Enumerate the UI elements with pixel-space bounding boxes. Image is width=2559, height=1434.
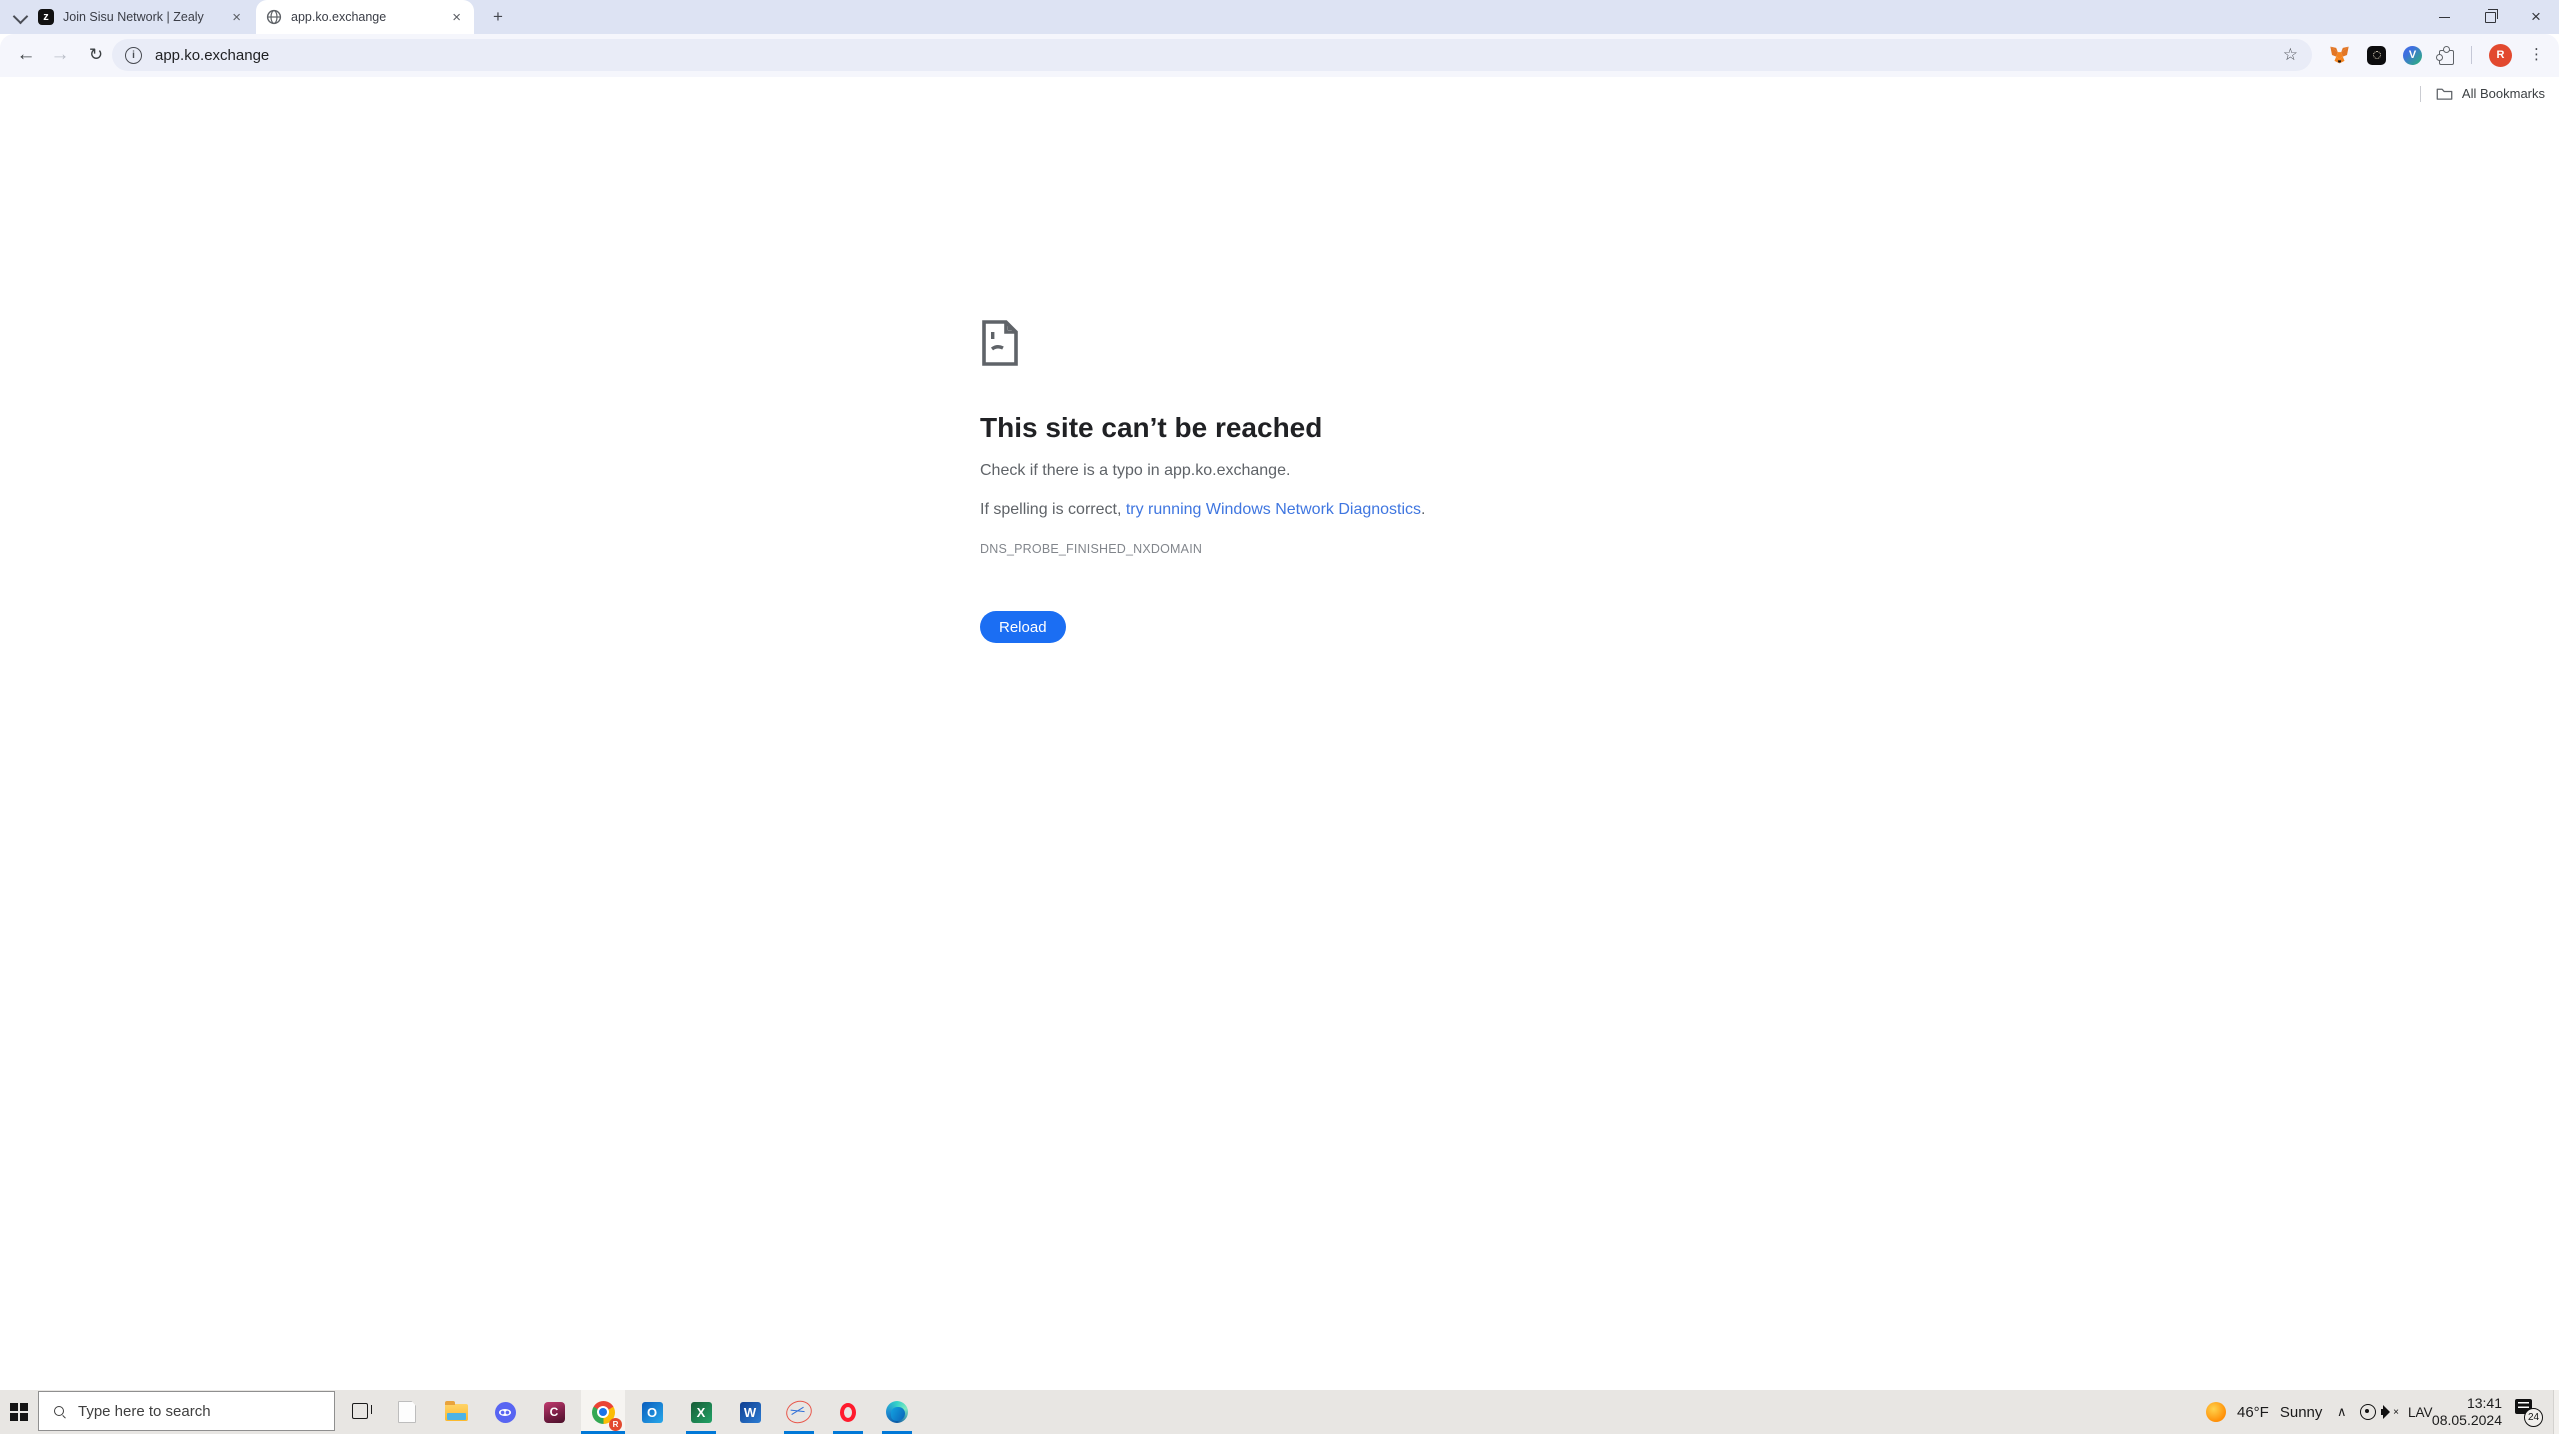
- reload-nav-button[interactable]: ↻: [82, 41, 110, 69]
- clock-date: 08.05.2024: [2432, 1412, 2502, 1429]
- taskbar-app-opera[interactable]: [826, 1390, 870, 1434]
- weather-temp: 46°F: [2237, 1404, 2269, 1421]
- forward-button: →: [46, 41, 74, 69]
- new-tab-button[interactable]: +: [486, 5, 510, 29]
- error-block: This site can’t be reached Check if ther…: [980, 318, 1740, 368]
- tab-close-icon[interactable]: ×: [449, 10, 464, 25]
- sun-icon: [2206, 1402, 2226, 1422]
- metamask-extension-icon[interactable]: [2329, 45, 2350, 65]
- error-title: This site can’t be reached: [980, 412, 1322, 444]
- taskbar-app-edge[interactable]: [875, 1390, 919, 1434]
- site-info-icon[interactable]: i: [125, 47, 142, 64]
- taskbar-app-outlook[interactable]: O: [630, 1390, 674, 1434]
- taskbar: C R O X W 46°F Sunny ∧ × LAV 13:41 08.05…: [0, 1390, 2559, 1434]
- clock-time: 13:41: [2432, 1395, 2502, 1412]
- page-content: This site can’t be reached Check if ther…: [0, 110, 2559, 1390]
- discord-icon: [495, 1402, 516, 1423]
- zealy-favicon-icon: z: [38, 9, 54, 25]
- taskbar-app-chrome[interactable]: R: [581, 1390, 625, 1434]
- dark-extension-icon[interactable]: [2367, 46, 2386, 65]
- error-line2: If spelling is correct, try running Wind…: [980, 501, 1426, 519]
- word-icon: W: [740, 1402, 761, 1423]
- volume-muted-icon[interactable]: ×: [2381, 1390, 2399, 1434]
- restore-button[interactable]: [2467, 0, 2513, 34]
- weather-condition: Sunny: [2280, 1404, 2323, 1421]
- taskbar-app-civil3d[interactable]: C: [532, 1390, 576, 1434]
- bookmark-star-icon[interactable]: ☆: [2283, 45, 2298, 65]
- network-diagnostics-link[interactable]: try running Windows Network Diagnostics: [1126, 501, 1421, 518]
- error-code: DNS_PROBE_FINISHED_NXDOMAIN: [980, 542, 1202, 556]
- bookmarks-separator: [2420, 86, 2421, 102]
- snipping-tool-icon: [783, 1398, 815, 1427]
- sad-page-icon: [980, 318, 1020, 368]
- extensions-row: V R ⋮: [2329, 41, 2539, 69]
- error-line1: Check if there is a typo in app.ko.excha…: [980, 462, 1290, 480]
- profile-avatar[interactable]: R: [2489, 44, 2512, 67]
- tab-zealy[interactable]: z Join Sisu Network | Zealy ×: [28, 0, 254, 34]
- taskbar-app-notepad[interactable]: [385, 1390, 429, 1434]
- tab-app-ko-exchange[interactable]: app.ko.exchange ×: [256, 0, 474, 34]
- address-bar[interactable]: i app.ko.exchange ☆: [112, 39, 2312, 71]
- window-controls: ×: [2421, 0, 2559, 34]
- show-desktop-button[interactable]: [2553, 1390, 2559, 1434]
- toolbar-separator: [2471, 46, 2472, 64]
- mute-x: ×: [2393, 1407, 2399, 1418]
- excel-icon: X: [691, 1402, 712, 1423]
- taskbar-search[interactable]: [38, 1391, 335, 1431]
- minimize-button[interactable]: [2421, 0, 2467, 34]
- folder-icon: [2436, 87, 2453, 101]
- browser-toolbar: ← → ↻ i app.ko.exchange ☆ V R ⋮: [0, 34, 2559, 77]
- all-bookmarks[interactable]: All Bookmarks: [2420, 77, 2545, 110]
- civil3d-icon: C: [544, 1402, 565, 1423]
- url-text[interactable]: app.ko.exchange: [155, 47, 2283, 64]
- hidden-icons-chevron[interactable]: ∧: [2337, 1390, 2347, 1434]
- all-bookmarks-label[interactable]: All Bookmarks: [2462, 86, 2545, 101]
- edge-icon: [886, 1401, 908, 1423]
- language-indicator[interactable]: LAV: [2408, 1390, 2433, 1434]
- tab-strip: z Join Sisu Network | Zealy × app.ko.exc…: [0, 0, 2559, 34]
- weather-widget[interactable]: 46°F Sunny: [2206, 1390, 2322, 1434]
- outlook-icon: O: [642, 1402, 663, 1423]
- venom-extension-icon[interactable]: V: [2403, 46, 2422, 65]
- error-line2-suffix: .: [1421, 501, 1425, 518]
- taskbar-app-discord[interactable]: [483, 1390, 527, 1434]
- start-button[interactable]: [10, 1403, 28, 1421]
- action-center-button[interactable]: 24: [2515, 1390, 2541, 1434]
- record-tray-icon[interactable]: [2360, 1390, 2376, 1434]
- tab-search-chevron-icon[interactable]: [10, 9, 30, 27]
- tab-title: Join Sisu Network | Zealy: [63, 10, 220, 24]
- chrome-profile-badge: R: [609, 1418, 622, 1431]
- taskbar-app-snipping-tool[interactable]: [777, 1390, 821, 1434]
- taskbar-app-excel[interactable]: X: [679, 1390, 723, 1434]
- search-icon: [54, 1406, 65, 1417]
- error-line2-prefix: If spelling is correct,: [980, 501, 1126, 518]
- extensions-puzzle-icon[interactable]: [2439, 50, 2454, 65]
- back-button[interactable]: ←: [12, 41, 40, 69]
- notepad-icon: [398, 1401, 416, 1423]
- tab-close-icon[interactable]: ×: [229, 10, 244, 25]
- screen: z Join Sisu Network | Zealy × app.ko.exc…: [0, 0, 2559, 1434]
- search-input[interactable]: [76, 1402, 310, 1421]
- notification-count-badge: 24: [2524, 1408, 2543, 1427]
- task-view-button[interactable]: [348, 1403, 372, 1421]
- reload-button[interactable]: Reload: [980, 611, 1066, 643]
- file-explorer-icon: [445, 1404, 468, 1421]
- bookmarks-bar: All Bookmarks: [0, 77, 2559, 110]
- globe-favicon-icon: [266, 9, 282, 25]
- taskbar-app-word[interactable]: W: [728, 1390, 772, 1434]
- tab-title: app.ko.exchange: [291, 10, 440, 24]
- opera-icon: [840, 1403, 856, 1422]
- taskbar-app-file-explorer[interactable]: [434, 1390, 478, 1434]
- clock[interactable]: 13:41 08.05.2024: [2440, 1390, 2502, 1434]
- window-close-button[interactable]: ×: [2513, 0, 2559, 34]
- chrome-menu-icon[interactable]: ⋮: [2529, 52, 2539, 58]
